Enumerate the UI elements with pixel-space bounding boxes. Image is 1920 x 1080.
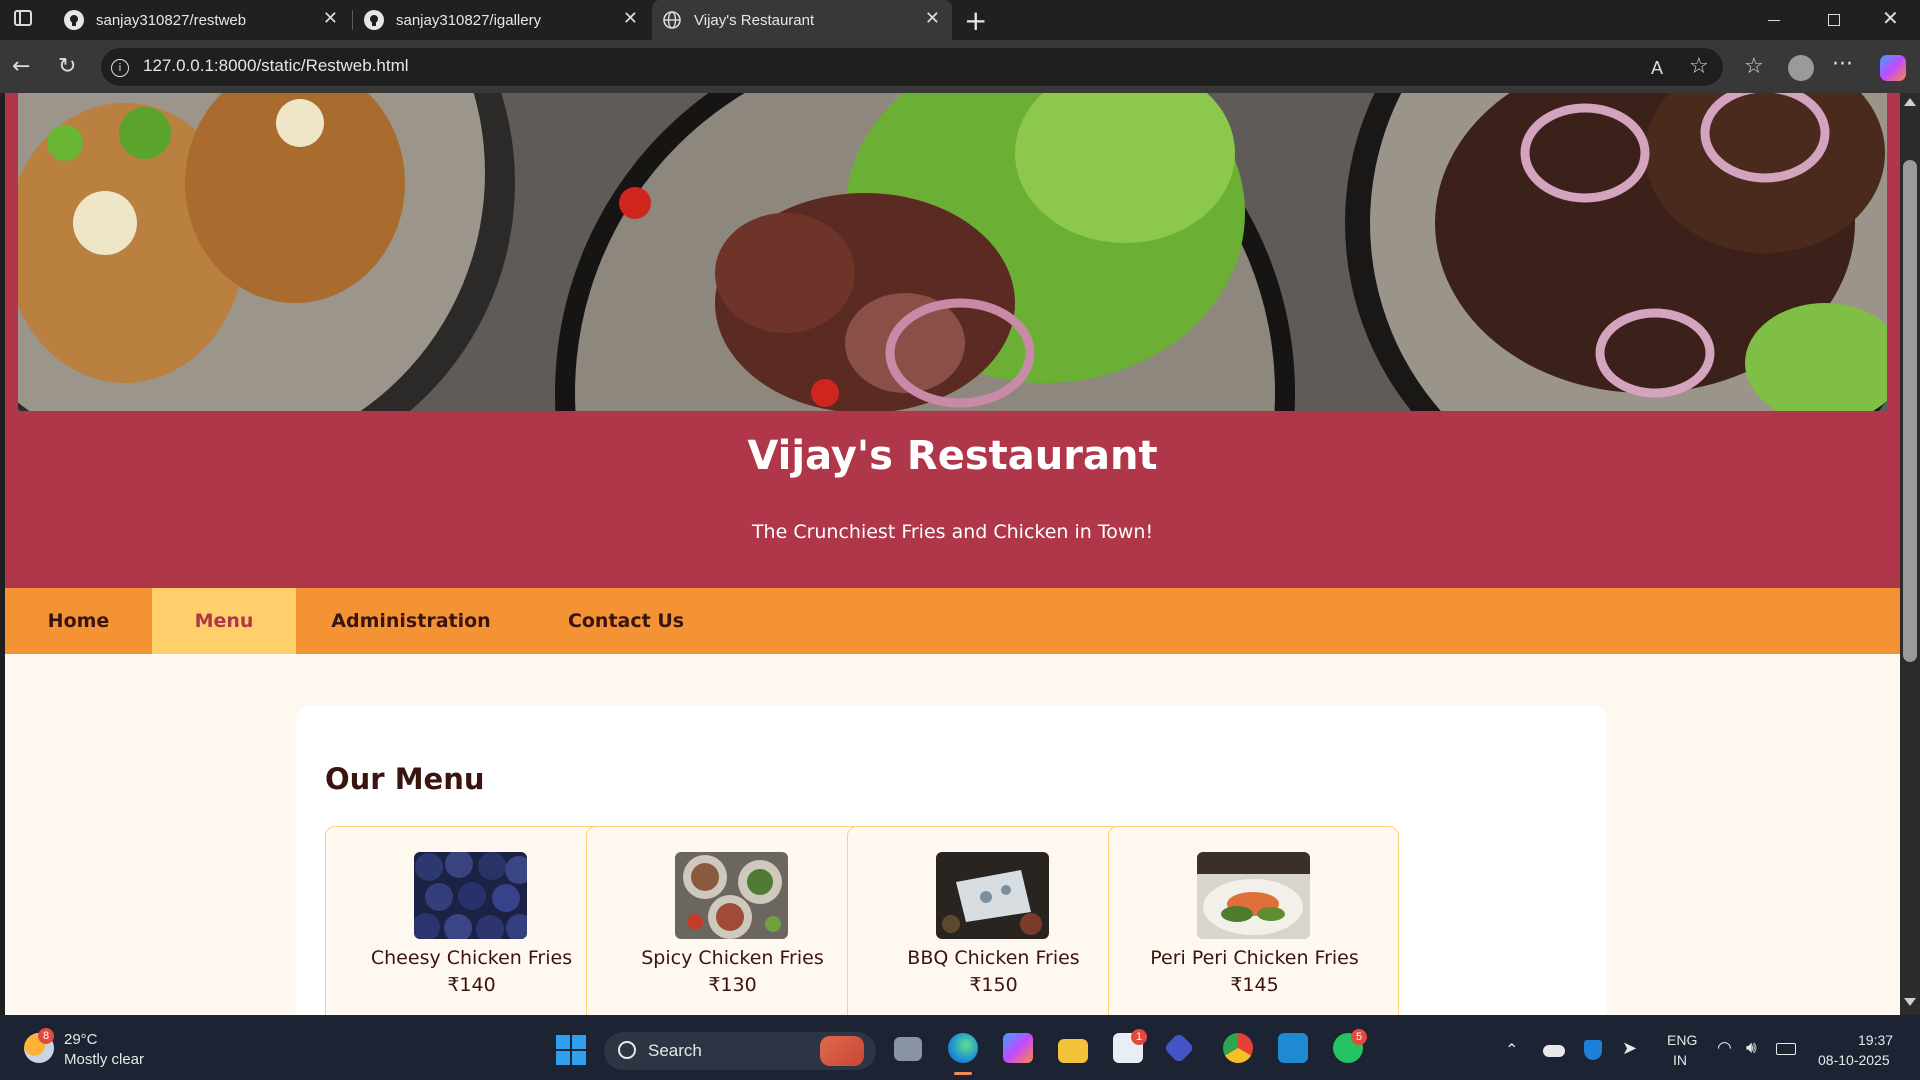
menu-item-name: Spicy Chicken Fries: [641, 947, 824, 969]
tab-label: sanjay310827/igallery: [396, 11, 542, 29]
tab-label: Vijay's Restaurant: [694, 11, 815, 29]
menu-item-image: [675, 852, 788, 939]
main-nav: Home Menu Administration Contact Us: [5, 588, 1900, 654]
search-highlight-icon: [820, 1036, 864, 1066]
menu-item-price: ₹130: [708, 974, 757, 996]
tab-restweb[interactable]: sanjay310827/restweb ✕: [52, 0, 350, 40]
url-text[interactable]: 127.0.0.1:8000/static/Restweb.html: [143, 56, 409, 76]
restore-icon[interactable]: [1828, 14, 1840, 26]
start-icon[interactable]: [556, 1035, 586, 1065]
site-info-icon[interactable]: i: [111, 59, 129, 77]
github-icon: [364, 10, 384, 30]
weather-condition[interactable]: Mostly clear: [64, 1051, 144, 1068]
site-tagline: The Crunchiest Fries and Chicken in Town…: [751, 521, 1154, 543]
copilot-app-icon[interactable]: [1003, 1033, 1033, 1063]
site-header: Vijay's Restaurant The Crunchiest Fries …: [5, 411, 1900, 588]
language-line2[interactable]: IN: [1673, 1052, 1687, 1068]
menu-item-image: [1197, 852, 1310, 939]
site-title: Vijay's Restaurant: [747, 433, 1158, 479]
tab-igallery[interactable]: sanjay310827/igallery ✕: [352, 0, 650, 40]
menu-item-name: BBQ Chicken Fries: [907, 947, 1080, 969]
menu-item-spicy-chicken-fries[interactable]: Spicy Chicken Fries ₹130: [586, 826, 877, 1015]
close-icon[interactable]: ✕: [323, 8, 338, 29]
clock-date[interactable]: 08-10-2025: [1818, 1052, 1890, 1068]
menu-item-image: [414, 852, 527, 939]
menu-item-bbq-chicken-fries[interactable]: BBQ Chicken Fries ₹150: [847, 826, 1138, 1015]
menu-item-price: ₹145: [1230, 974, 1279, 996]
nav-menu[interactable]: Menu: [152, 588, 296, 654]
minimize-icon[interactable]: [1768, 20, 1780, 21]
whatsapp-badge: 5: [1351, 1029, 1367, 1045]
menu-item-price: ₹140: [447, 974, 496, 996]
menu-section: Our Menu Cheesy Chicken Fries ₹140 Spicy…: [296, 706, 1607, 1015]
back-icon[interactable]: ←: [12, 56, 30, 78]
weather-temp[interactable]: 29°C: [64, 1031, 98, 1048]
menu-item-name: Peri Peri Chicken Fries: [1150, 947, 1359, 969]
nav-contact-us[interactable]: Contact Us: [526, 588, 726, 654]
github-icon: [64, 10, 84, 30]
menu-item-price: ₹150: [969, 974, 1018, 996]
more-options-icon[interactable]: ···: [1832, 54, 1853, 76]
menu-item-cheesy-chicken-fries[interactable]: Cheesy Chicken Fries ₹140: [325, 826, 616, 1015]
scroll-down-icon[interactable]: [1904, 998, 1916, 1006]
edge-active-indicator: [954, 1072, 972, 1075]
battery-icon[interactable]: [1776, 1043, 1796, 1055]
wifi-icon[interactable]: ◠: [1717, 1038, 1732, 1058]
nav-administration[interactable]: Administration: [296, 588, 526, 654]
language-line1[interactable]: ENG: [1667, 1032, 1697, 1048]
nav-home[interactable]: Home: [5, 588, 152, 654]
location-icon[interactable]: ➤: [1622, 1038, 1637, 1059]
edge-icon[interactable]: [948, 1033, 978, 1063]
menu-item-image: [936, 852, 1049, 939]
page-viewport: Vijay's Restaurant The Crunchiest Fries …: [5, 93, 1900, 1015]
menu-item-peri-peri-chicken-fries[interactable]: Peri Peri Chicken Fries ₹145: [1108, 826, 1399, 1015]
scrollbar-thumb[interactable]: [1903, 160, 1917, 662]
tab-strip: sanjay310827/restweb ✕ sanjay310827/igal…: [0, 0, 1920, 40]
tab-vijays-restaurant[interactable]: Vijay's Restaurant ✕: [652, 0, 952, 40]
task-view-icon[interactable]: [894, 1037, 922, 1061]
menu-heading: Our Menu: [325, 762, 485, 796]
vscode-icon[interactable]: [1278, 1033, 1308, 1063]
scroll-up-icon[interactable]: [1904, 98, 1916, 106]
defender-icon[interactable]: [1584, 1040, 1602, 1060]
profile-avatar-icon[interactable]: [1788, 55, 1814, 81]
search-label: Search: [648, 1041, 702, 1060]
favorite-star-icon[interactable]: ☆: [1689, 56, 1709, 78]
search-icon: [618, 1041, 636, 1059]
chrome-icon[interactable]: [1223, 1033, 1253, 1063]
tray-overflow-icon[interactable]: ⌃: [1505, 1040, 1518, 1060]
read-aloud-icon[interactable]: A: [1651, 57, 1663, 79]
favorites-icon[interactable]: ☆: [1744, 56, 1764, 78]
refresh-icon[interactable]: ↻: [58, 56, 76, 78]
file-explorer-icon[interactable]: [1058, 1039, 1088, 1063]
volume-icon[interactable]: 🔊︎: [1746, 1038, 1757, 1058]
new-tab-icon[interactable]: +: [964, 4, 987, 37]
close-icon[interactable]: ✕: [925, 8, 940, 29]
hero-banner-image: [5, 93, 1900, 411]
tab-label: sanjay310827/restweb: [96, 11, 247, 29]
store-badge: 1: [1131, 1029, 1147, 1045]
close-icon[interactable]: ✕: [623, 8, 638, 29]
menu-item-name: Cheesy Chicken Fries: [370, 947, 573, 969]
close-window-icon[interactable]: ✕: [1882, 6, 1899, 30]
copilot-icon[interactable]: [1880, 55, 1906, 81]
globe-icon: [662, 10, 682, 30]
weather-badge: 8: [38, 1028, 54, 1044]
sidebar-toggle-icon[interactable]: [14, 10, 32, 26]
onedrive-icon[interactable]: [1543, 1045, 1565, 1057]
clock-time[interactable]: 19:37: [1858, 1032, 1893, 1048]
